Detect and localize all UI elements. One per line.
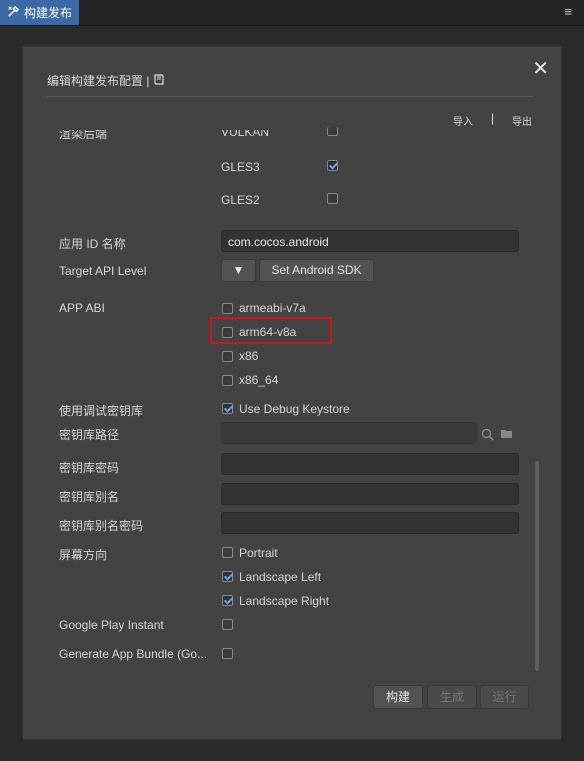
keystore-path-input[interactable] [221, 422, 477, 444]
export-link[interactable]: 导出 [512, 113, 532, 128]
hamburger-icon[interactable]: ≡ [564, 5, 572, 19]
title-divider [47, 96, 533, 97]
landscape-left-label: Landscape Left [239, 570, 322, 584]
google-play-instant-label: Google Play Instant [59, 618, 164, 632]
keystore-password-label: 密钥库密码 [59, 461, 120, 475]
render-backend-label: 渲染后端 [59, 127, 108, 141]
x86-64-checkbox[interactable] [222, 375, 233, 386]
build-button[interactable]: 构建 [373, 685, 423, 709]
x86-label: x86 [239, 349, 259, 363]
x86-64-label: x86_64 [239, 373, 279, 387]
tools-icon [7, 5, 20, 21]
keystore-alias-password-label: 密钥库别名密码 [59, 519, 144, 533]
gles3-label: GLES3 [221, 160, 260, 174]
scrollbar[interactable] [535, 461, 539, 671]
keystore-alias-input[interactable] [221, 483, 519, 505]
landscape-right-checkbox[interactable] [222, 595, 233, 606]
keystore-alias-label: 密钥库别名 [59, 490, 120, 504]
set-android-sdk-button[interactable]: Set Android SDK [259, 259, 374, 282]
vulkan-checkbox[interactable] [327, 127, 338, 136]
book-icon[interactable] [153, 73, 165, 88]
app-bundle-checkbox[interactable] [222, 648, 233, 659]
target-api-dropdown[interactable]: ▼ [221, 259, 256, 282]
import-link[interactable]: 导入 [453, 113, 473, 128]
orientation-label: 屏幕方向 [59, 548, 108, 562]
portrait-checkbox[interactable] [222, 547, 233, 558]
tab-build-publish[interactable]: 构建发布 [0, 0, 79, 25]
landscape-left-checkbox[interactable] [222, 571, 233, 582]
run-button[interactable]: 运行 [480, 685, 529, 709]
armeabi-v7a-checkbox[interactable] [222, 303, 233, 314]
google-play-instant-checkbox[interactable] [222, 619, 233, 630]
top-bar: 构建发布 ≡ [0, 0, 584, 26]
debug-keystore-label: 使用调试密钥库 [59, 404, 144, 418]
keystore-path-actions [481, 428, 513, 444]
dialog-title: 编辑构建发布配置 | [47, 72, 165, 89]
gles2-label: GLES2 [221, 193, 260, 207]
x86-checkbox[interactable] [222, 351, 233, 362]
app-id-label: 应用 ID 名称 [59, 237, 126, 251]
close-icon[interactable]: ✕ [532, 59, 549, 79]
target-api-label: Target API Level [59, 264, 147, 278]
search-icon[interactable] [481, 428, 494, 444]
gles3-checkbox[interactable] [327, 160, 338, 171]
landscape-right-label: Landscape Right [239, 594, 330, 608]
keystore-alias-password-input[interactable] [221, 512, 519, 534]
tab-label: 构建发布 [24, 6, 73, 20]
make-button[interactable]: 生成 [427, 685, 477, 709]
dialog-title-text: 编辑构建发布配置 | [47, 74, 150, 88]
app-id-input[interactable]: com.cocos.android [221, 230, 519, 252]
folder-icon[interactable] [500, 428, 513, 444]
keystore-password-input[interactable] [221, 453, 519, 475]
app-abi-label: APP ABI [59, 301, 105, 315]
armeabi-v7a-label: armeabi-v7a [239, 301, 306, 315]
app-bundle-label: Generate App Bundle (Go... [59, 647, 208, 661]
gles2-checkbox[interactable] [327, 193, 338, 204]
build-config-dialog: 编辑构建发布配置 | ✕ 导入 | 导出 渲染后端 VULKAN GLES3 G… [22, 46, 562, 740]
debug-keystore-checkbox[interactable] [222, 403, 233, 414]
debug-keystore-option: Use Debug Keystore [239, 402, 350, 416]
vulkan-label: VULKAN [221, 125, 270, 139]
keystore-path-label: 密钥库路径 [59, 428, 120, 442]
portrait-label: Portrait [239, 546, 278, 560]
highlight-box [210, 317, 332, 344]
io-divider: | [491, 111, 495, 125]
